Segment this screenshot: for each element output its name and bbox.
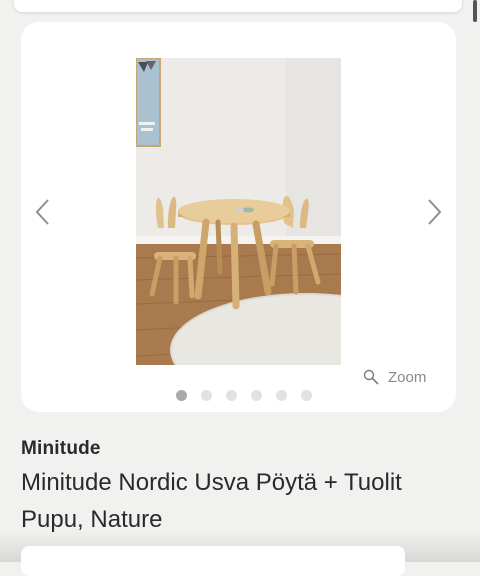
chevron-right-icon bbox=[428, 199, 442, 225]
carousel-dot-1[interactable] bbox=[176, 390, 187, 401]
next-image-button[interactable] bbox=[420, 197, 448, 227]
carousel-dot-5[interactable] bbox=[276, 390, 287, 401]
variant-select-field[interactable] bbox=[21, 546, 405, 576]
zoom-label: Zoom bbox=[388, 368, 427, 386]
carousel-pagination bbox=[176, 390, 312, 401]
top-search-bar[interactable] bbox=[14, 0, 462, 12]
product-image[interactable] bbox=[136, 58, 341, 365]
carousel-dot-2[interactable] bbox=[201, 390, 212, 401]
scrollbar[interactable] bbox=[473, 0, 477, 22]
magnifier-icon bbox=[363, 369, 379, 385]
carousel-dot-3[interactable] bbox=[226, 390, 237, 401]
product-photo-illustration bbox=[136, 58, 341, 365]
product-brand[interactable]: Minitude bbox=[21, 438, 101, 460]
zoom-button[interactable]: Zoom bbox=[363, 366, 426, 388]
carousel-dot-4[interactable] bbox=[251, 390, 262, 401]
previous-image-button[interactable] bbox=[29, 197, 57, 227]
carousel-dot-6[interactable] bbox=[301, 390, 312, 401]
chevron-left-icon bbox=[35, 199, 49, 225]
product-gallery-card: Zoom bbox=[21, 22, 456, 412]
product-title: Minitude Nordic Usva Pöytä + Tuolit Pupu… bbox=[21, 469, 402, 533]
